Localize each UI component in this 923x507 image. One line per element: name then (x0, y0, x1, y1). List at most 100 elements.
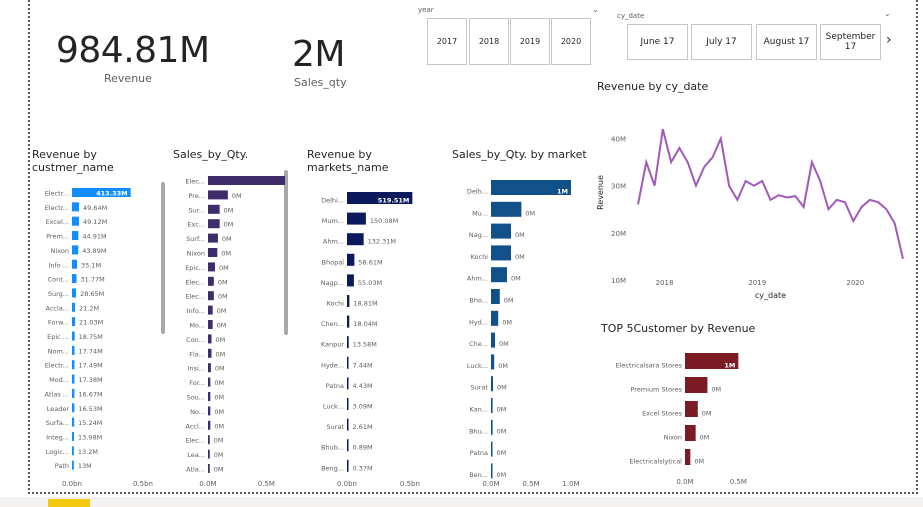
category-label: Elec... (185, 178, 205, 186)
axis-tick-label: 0.5M (258, 480, 275, 488)
sales-qty-kpi-value: 2M (292, 34, 345, 75)
top5-title: TOP 5Customer by Revenue (601, 322, 756, 335)
data-label: 519.51M (378, 197, 410, 205)
data-label: 0M (497, 449, 507, 457)
category-label: Pre... (188, 192, 205, 200)
bar (72, 231, 79, 241)
date-option-september[interactable]: September 17 (820, 24, 881, 60)
category-label: Nom... (48, 347, 69, 355)
qty-customer-title: Sales_by_Qty. (173, 148, 249, 161)
y-tick-label: 10M (611, 277, 626, 285)
category-label: Cont... (48, 276, 69, 284)
data-label: 0M (515, 231, 525, 239)
bar (491, 463, 493, 479)
category-label: Kochi (471, 253, 489, 261)
year-slicer-chevron-icon[interactable]: ⌄ (592, 5, 599, 14)
year-option-2017[interactable]: 2017 (427, 18, 467, 65)
data-label: 13.2M (78, 448, 98, 456)
year-option-2020[interactable]: 2020 (551, 18, 591, 65)
bar (491, 201, 522, 217)
data-label: 44.91M (82, 233, 106, 241)
revenue-line (637, 128, 904, 260)
bar (208, 420, 211, 430)
data-label: 0M (217, 322, 227, 330)
bar (72, 360, 75, 370)
category-label: Bhub... (321, 444, 344, 452)
bar (72, 259, 77, 269)
data-label: 21.2M (79, 304, 99, 312)
bar (72, 388, 75, 398)
bar (347, 336, 349, 349)
data-label: 18.75M (79, 333, 103, 341)
qty-customer-bar-chart: Elec...1MPre...0MSur...0MExc...0MSurf...… (185, 176, 285, 488)
category-label: Forw... (48, 319, 69, 327)
category-label: Logic... (46, 448, 69, 456)
bar (347, 418, 349, 431)
category-label: Surfa... (46, 419, 69, 427)
category-label: Prem... (46, 233, 69, 241)
bar (347, 315, 350, 328)
bar (208, 348, 212, 358)
category-label: Bhu... (469, 427, 488, 435)
category-label: Nixon (187, 250, 205, 258)
category-label: Elec... (185, 278, 205, 286)
x-tick-label: 2020 (846, 279, 864, 287)
bar (491, 310, 499, 326)
category-label: Lea... (187, 451, 205, 459)
data-label: 0M (497, 471, 507, 479)
date-slicer-chevron-icon[interactable]: ⌄ (884, 9, 891, 18)
bar (208, 406, 211, 416)
bar (685, 449, 691, 465)
data-label: 0.37M (353, 464, 373, 472)
data-label: 0M (525, 209, 535, 217)
category-label: Elec... (185, 437, 205, 445)
data-label: 4.43M (353, 382, 373, 390)
date-slicer-next-icon[interactable]: › (886, 32, 892, 48)
data-label: 49.12M (83, 218, 107, 226)
data-label: 17.38M (78, 376, 102, 384)
bar (491, 267, 507, 283)
year-option-2019[interactable]: 2019 (510, 18, 550, 65)
data-label: 0M (214, 466, 224, 474)
bar (347, 356, 349, 369)
data-label: 0M (214, 408, 224, 416)
data-label: 49.64M (83, 204, 107, 212)
category-label: Delh... (467, 188, 488, 196)
y-axis-title: Revenue (596, 175, 605, 210)
data-label: 0M (711, 386, 721, 394)
data-label: 58.61M (358, 258, 382, 266)
x-axis-title: cy_date (755, 291, 786, 300)
data-label: 0M (221, 250, 231, 258)
category-label: Electr... (45, 362, 69, 370)
date-option-july[interactable]: July 17 (691, 24, 752, 60)
bar (491, 398, 493, 413)
category-label: Luck... (323, 403, 344, 411)
data-label: 0M (215, 365, 225, 373)
data-label: 0M (224, 206, 234, 214)
bar (685, 401, 698, 417)
data-label: 18.81M (353, 300, 377, 308)
category-label: Accl... (186, 422, 205, 430)
category-label: Mu... (472, 209, 488, 217)
year-option-2018[interactable]: 2018 (469, 18, 509, 65)
bar (208, 449, 210, 459)
data-label: 7.44M (353, 361, 373, 369)
date-option-august[interactable]: August 17 (756, 24, 817, 60)
page-tab-active[interactable] (48, 499, 90, 507)
data-label: 13.58M (353, 341, 377, 349)
date-option-june[interactable]: June 17 (627, 24, 688, 60)
qty-market-bar-chart: Delh... 1M Mu... 0M Nag... 0M Kochi 0M Ahm... 0M B… (467, 180, 580, 488)
bar (685, 425, 696, 441)
data-label: 21.03M (79, 319, 103, 327)
bar (208, 233, 218, 243)
line-chart-title: Revenue by cy_date (597, 80, 709, 93)
data-label: 132.31M (368, 238, 396, 246)
category-label: Nagp... (321, 279, 344, 287)
data-label: 0M (214, 422, 224, 430)
category-label: Surg... (48, 290, 69, 298)
rev-customer-bar-chart: Electr... 413.33M Electr... 49.64M Excel... 4… (45, 188, 153, 488)
revenue-kpi-value: 984.81M (56, 30, 210, 71)
bar (72, 274, 77, 284)
bar (72, 374, 75, 384)
category-label: Insi... (188, 365, 205, 373)
